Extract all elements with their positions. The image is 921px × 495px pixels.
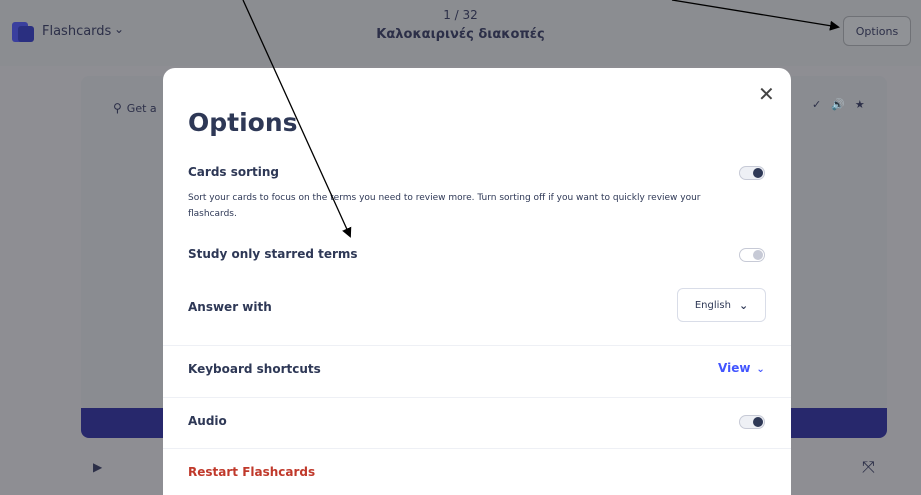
restart-flashcards-button[interactable]: Restart Flashcards [188, 465, 315, 479]
card-actions: ✓🔊★ [812, 98, 875, 111]
divider [163, 397, 791, 398]
options-modal: ✕ Options Cards sorting Sort your cards … [163, 68, 791, 495]
deck-title: Καλοκαιρινές διακοπές [376, 27, 545, 42]
answer-with-select[interactable]: English ⌄ [677, 288, 766, 322]
divider [163, 345, 791, 346]
cards-sorting-label: Cards sorting [188, 165, 280, 179]
chevron-down-icon: ⌄ [738, 298, 749, 312]
hint-label: Get a [126, 102, 157, 115]
hint-button[interactable]: ⚲ Get a [113, 101, 157, 115]
shuffle-icon[interactable]: ⤧ [862, 457, 875, 477]
star-icon[interactable]: ★ [855, 98, 875, 111]
starred-label: Study only starred terms [188, 247, 358, 261]
chevron-down-icon: ⌄ [756, 364, 765, 375]
audio-icon[interactable]: 🔊 [831, 98, 855, 111]
play-icon[interactable]: ▶ [93, 460, 102, 474]
starred-toggle[interactable] [739, 248, 765, 262]
answer-with-label: Answer with [188, 300, 272, 314]
audio-toggle[interactable] [739, 415, 765, 429]
audio-label: Audio [188, 414, 227, 428]
lightbulb-icon: ⚲ [113, 101, 122, 115]
card-counter: 1 / 32 [443, 8, 478, 22]
divider [163, 448, 791, 449]
cards-sorting-description: Sort your cards to focus on the terms yo… [188, 193, 701, 219]
view-label: View [718, 361, 751, 375]
cards-sorting-toggle[interactable] [739, 166, 765, 180]
keyboard-shortcuts-label: Keyboard shortcuts [188, 362, 321, 376]
keyboard-shortcuts-view-link[interactable]: View ⌄ [718, 361, 765, 375]
modal-title: Options [188, 108, 298, 137]
options-button[interactable]: Options [843, 16, 911, 46]
close-icon[interactable]: ✕ [758, 82, 775, 106]
edit-icon[interactable]: ✓ [812, 98, 831, 111]
answer-with-value: English [694, 299, 731, 311]
